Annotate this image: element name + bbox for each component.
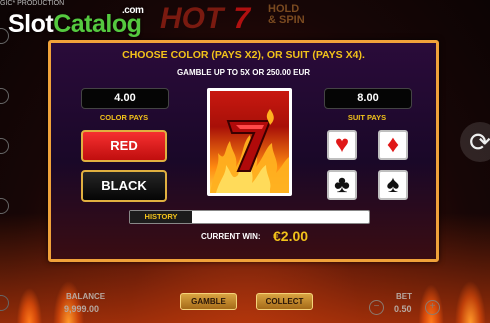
balance-label: BALANCE: [66, 292, 106, 301]
settings-icon[interactable]: [0, 138, 9, 154]
suit-pays-label: SUIT PAYS: [347, 113, 387, 122]
black-button[interactable]: BLACK: [81, 170, 167, 202]
watermark-slot: Slot: [8, 10, 54, 38]
provider-label: GIC* PRODUCTION: [0, 0, 65, 7]
logo-hold-spin: HOLD & SPIN: [268, 4, 305, 26]
slotcatalog-watermark: SlotCatalog .com: [8, 5, 144, 39]
red-button[interactable]: RED: [81, 130, 167, 162]
logo-spin: & SPIN: [268, 14, 305, 26]
card-flame-seven-icon: [210, 109, 289, 193]
bet-label: BET: [396, 292, 412, 301]
logo-hot: HOT: [160, 2, 224, 35]
bet-value: 0.50: [394, 304, 412, 314]
watermark-com: .com: [122, 5, 144, 16]
refresh-icon[interactable]: ⟳: [460, 122, 490, 162]
sound-icon[interactable]: [0, 198, 9, 214]
clubs-icon: ♣: [334, 171, 350, 198]
current-win-amount: €2.00: [273, 228, 309, 244]
history-bar: HISTORY: [129, 210, 370, 224]
bet-plus-button[interactable]: +: [425, 300, 440, 315]
gamble-subtitle: GAMBLE UP TO 5X OR 250.00 EUR: [176, 68, 311, 77]
menu-icon[interactable]: [0, 88, 9, 104]
gamble-card: [207, 88, 292, 196]
logo-seven: 7: [233, 2, 251, 35]
gamble-title: CHOOSE COLOR (PAYS X2), OR SUIT (PAYS X4…: [122, 49, 365, 61]
game-logo: HOT 7 HOLD & SPIN: [160, 2, 335, 38]
spades-icon: ♠: [386, 171, 400, 198]
hearts-button[interactable]: ♥: [327, 130, 357, 160]
bet-minus-button[interactable]: −: [369, 300, 384, 315]
history-label: HISTORY: [130, 211, 192, 223]
hearts-icon: ♥: [334, 131, 350, 158]
diamonds-button[interactable]: ♦: [378, 130, 408, 160]
gamble-button[interactable]: GAMBLE: [180, 293, 237, 310]
clubs-button[interactable]: ♣: [327, 170, 357, 200]
diamonds-icon: ♦: [386, 131, 400, 158]
color-pays-value: 4.00: [81, 88, 169, 109]
spades-button[interactable]: ♠: [378, 170, 408, 200]
collect-button[interactable]: COLLECT: [256, 293, 313, 310]
balance-value: 9,999.00: [64, 304, 100, 314]
suit-pays-value: 8.00: [324, 88, 412, 109]
color-pays-label: COLOR PAYS: [99, 113, 149, 122]
gamble-panel: CHOOSE COLOR (PAYS X2), OR SUIT (PAYS X4…: [48, 40, 439, 262]
current-win-label: CURRENT WIN:: [201, 232, 261, 241]
